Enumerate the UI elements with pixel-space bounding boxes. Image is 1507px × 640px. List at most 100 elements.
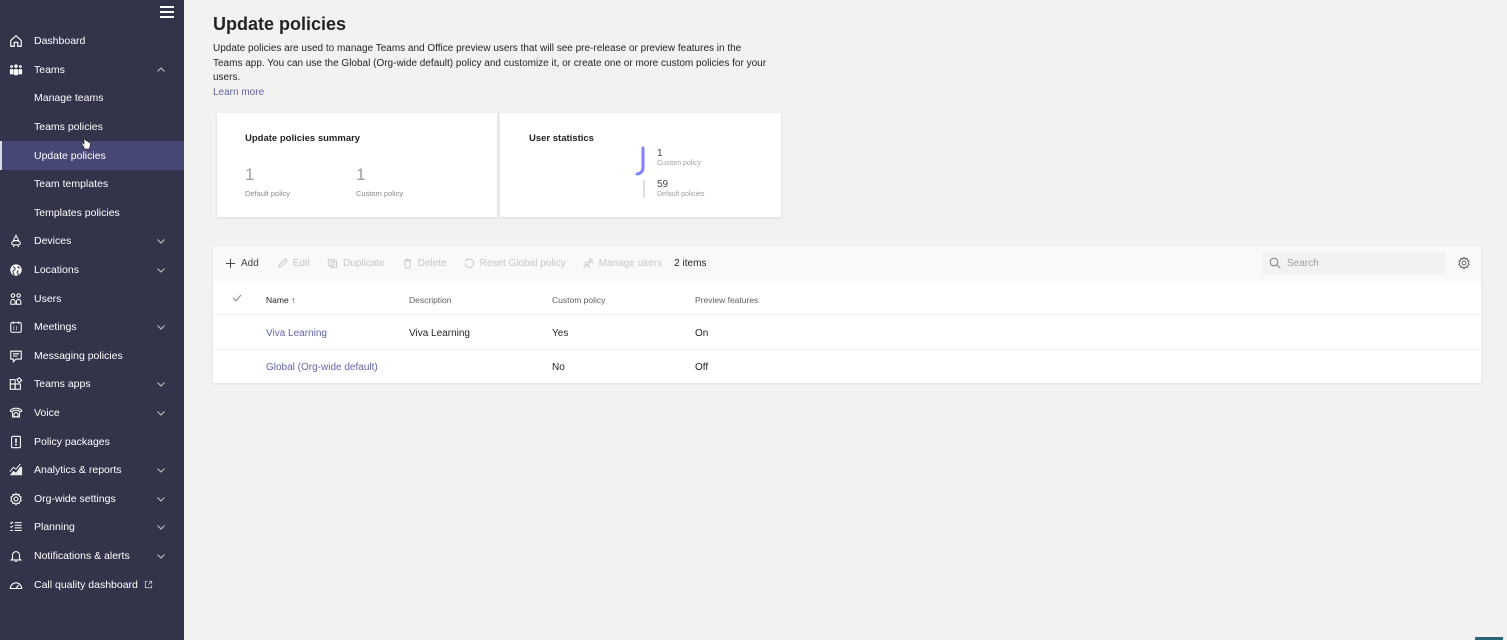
- sidebar-item-templates-policies[interactable]: Templates policies: [0, 199, 184, 228]
- sidebar-item-label: Team templates: [34, 178, 109, 191]
- policy-preview-features: Off: [695, 362, 709, 373]
- default-policy-count: 1: [245, 165, 255, 184]
- teams-icon: [8, 62, 23, 77]
- search-input[interactable]: [1287, 257, 1437, 269]
- edit-label: Edit: [292, 258, 311, 269]
- edit-button[interactable]: Edit: [277, 258, 310, 269]
- table-row[interactable]: Global (Org-wide default) No Off: [213, 350, 1481, 384]
- sidebar-item-team-templates[interactable]: Team templates: [0, 170, 184, 199]
- sidebar-item-label: Org-wide settings: [34, 492, 116, 505]
- card-title: Update policies summary: [245, 133, 361, 144]
- sidebar-item-label: Templates policies: [34, 206, 120, 219]
- custom-policy-user-label: Custom policy: [657, 160, 701, 167]
- apps-icon: [8, 377, 23, 392]
- sort-ascending-icon: ↑: [291, 295, 296, 305]
- sidebar-item-analytics-reports[interactable]: Analytics & reports: [0, 456, 184, 485]
- sidebar-item-update-policies[interactable]: Update policies: [0, 141, 184, 170]
- sidebar-item-org-wide-settings[interactable]: Org-wide settings: [0, 485, 184, 514]
- sidebar-item-label: Analytics & reports: [34, 464, 122, 477]
- column-header-custom-policy[interactable]: Custom policy: [552, 295, 605, 305]
- column-header-description[interactable]: Description: [409, 295, 452, 305]
- chevron-down-icon[interactable]: [156, 551, 166, 561]
- search-icon: [1269, 257, 1281, 269]
- sidebar-item-label: Meetings: [34, 321, 77, 334]
- sidebar-item-policy-packages[interactable]: Policy packages: [0, 427, 184, 456]
- message-icon: [8, 348, 23, 363]
- sidebar-item-call-quality-dashboard[interactable]: Call quality dashboard: [0, 570, 184, 599]
- sidebar-item-devices[interactable]: Devices: [0, 227, 184, 256]
- main-content: Update policies Update policies are used…: [184, 0, 1507, 640]
- sidebar-item-teams-apps[interactable]: Teams apps: [0, 370, 184, 399]
- manage-users-button[interactable]: Manage users: [583, 258, 662, 269]
- sidebar: Dashboard Teams Manage teams Teams polic…: [0, 0, 184, 640]
- users-icon: [8, 291, 23, 306]
- column-header-preview-features[interactable]: Preview features: [695, 295, 758, 305]
- chevron-down-icon[interactable]: [156, 408, 166, 418]
- reset-icon: [464, 258, 474, 268]
- default-policy-label: Default policy: [245, 189, 291, 198]
- reset-label: Reset Global policy: [479, 258, 566, 269]
- checklist-icon: [8, 520, 23, 535]
- sidebar-item-users[interactable]: Users: [0, 284, 184, 313]
- column-header-label: Name: [266, 295, 289, 305]
- duplicate-icon: [327, 258, 338, 269]
- sidebar-item-manage-teams[interactable]: Manage teams: [0, 84, 184, 113]
- gauge-icon: [8, 577, 23, 592]
- duplicate-button[interactable]: Duplicate: [327, 258, 385, 269]
- reset-global-policy-button[interactable]: Reset Global policy: [464, 258, 566, 269]
- chevron-down-icon[interactable]: [156, 379, 166, 389]
- chevron-up-icon[interactable]: [156, 65, 166, 75]
- chevron-down-icon[interactable]: [156, 236, 166, 246]
- policy-name-link[interactable]: Global (Org-wide default): [266, 362, 378, 373]
- chevron-down-icon[interactable]: [156, 465, 166, 475]
- sidebar-item-teams[interactable]: Teams: [0, 56, 184, 85]
- sidebar-item-label: Locations: [34, 264, 79, 277]
- sidebar-item-notifications-alerts[interactable]: Notifications & alerts: [0, 542, 184, 571]
- custom-policy-label: Custom policy: [356, 189, 404, 198]
- phone-icon: [8, 406, 23, 421]
- delete-button[interactable]: Delete: [402, 258, 447, 269]
- chevron-down-icon[interactable]: [156, 494, 166, 504]
- calendar-icon: [8, 320, 23, 335]
- trash-icon: [403, 258, 411, 269]
- policy-name-link[interactable]: Viva Learning: [266, 328, 327, 339]
- select-all-checkbox[interactable]: [232, 293, 242, 303]
- sidebar-item-label: Teams: [34, 63, 65, 76]
- chevron-down-icon[interactable]: [156, 522, 166, 532]
- policy-custom: Yes: [552, 328, 569, 339]
- chevron-down-icon[interactable]: [156, 322, 166, 332]
- settings-gear-icon[interactable]: [1457, 256, 1471, 270]
- manage-users-icon: [583, 258, 594, 269]
- duplicate-label: Duplicate: [343, 258, 385, 269]
- delete-label: Delete: [417, 258, 447, 269]
- sidebar-item-messaging-policies[interactable]: Messaging policies: [0, 342, 184, 371]
- hamburger-icon[interactable]: [160, 6, 174, 19]
- sidebar-item-voice[interactable]: Voice: [0, 399, 184, 428]
- plus-icon: [225, 258, 236, 269]
- sidebar-item-teams-policies[interactable]: Teams policies: [0, 113, 184, 142]
- sidebar-item-label: Notifications & alerts: [34, 549, 130, 562]
- column-header-name[interactable]: Name ↑: [266, 295, 295, 305]
- default-policy-user-label: Default policies: [657, 191, 705, 198]
- add-button[interactable]: Add: [225, 258, 259, 269]
- sidebar-item-locations[interactable]: Locations: [0, 256, 184, 285]
- globe-icon: [8, 263, 23, 278]
- sidebar-item-planning[interactable]: Planning: [0, 513, 184, 542]
- table-row[interactable]: Viva Learning Viva Learning Yes On: [213, 316, 1481, 350]
- policy-description: Viva Learning: [409, 328, 470, 339]
- sidebar-item-label: Manage teams: [34, 92, 104, 105]
- learn-more-link[interactable]: Learn more: [213, 87, 264, 98]
- sidebar-item-label: Planning: [34, 521, 75, 534]
- user-statistics-donut: [635, 146, 645, 198]
- policy-custom: No: [552, 362, 565, 373]
- sidebar-item-meetings[interactable]: Meetings: [0, 313, 184, 342]
- sidebar-item-label: Update policies: [34, 149, 106, 162]
- chevron-down-icon[interactable]: [156, 265, 166, 275]
- search-box[interactable]: [1263, 252, 1445, 274]
- manage-users-label: Manage users: [598, 258, 663, 269]
- sidebar-item-dashboard[interactable]: Dashboard: [0, 27, 184, 56]
- sidebar-item-label: Call quality dashboard: [34, 579, 153, 591]
- sidebar-item-label: Policy packages: [34, 435, 110, 448]
- update-policies-summary-card: Update policies summary 1 Default policy…: [217, 113, 497, 217]
- sidebar-item-label: Devices: [34, 235, 72, 248]
